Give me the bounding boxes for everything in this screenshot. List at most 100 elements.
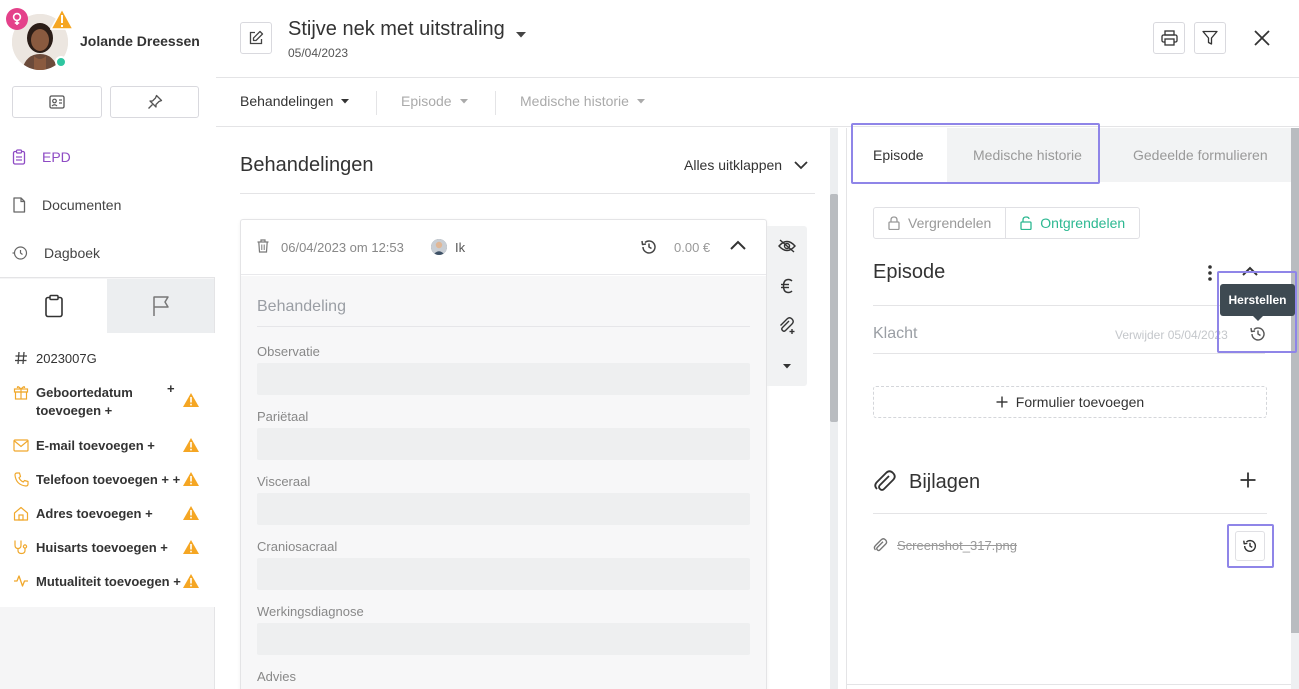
- subnav-medische-historie[interactable]: Medische historie: [520, 93, 645, 109]
- lock-button[interactable]: Vergrendelen: [874, 208, 1005, 238]
- warning-icon: [182, 573, 200, 592]
- unlock-label: Ontgrendelen: [1040, 215, 1126, 231]
- more-vertical-icon[interactable]: [1207, 264, 1213, 282]
- plus-icon[interactable]: [1240, 472, 1256, 488]
- scrollbar-thumb[interactable]: [1291, 128, 1299, 633]
- add-form-button[interactable]: Formulier toevoegen: [873, 386, 1267, 418]
- nav-documenten[interactable]: Documenten: [0, 187, 215, 223]
- chevron-up-icon[interactable]: [1242, 266, 1258, 276]
- tab-gedeelde-formulieren[interactable]: Gedeelde formulieren: [1133, 128, 1268, 182]
- chevron-down-icon: [459, 98, 468, 103]
- hide-button[interactable]: [767, 226, 807, 266]
- attachments-title: Bijlagen: [909, 471, 981, 493]
- treatment-card-header[interactable]: 06/04/2023 om 12:53 Ik 0.00 €: [241, 220, 766, 275]
- nav-dagboek[interactable]: Dagboek: [0, 235, 215, 271]
- patient-name: Jolande Dreessen: [80, 33, 200, 49]
- id-card-icon: [49, 95, 65, 109]
- info-email-text: E-mail toevoegen +: [36, 438, 155, 453]
- tab-medische-historie-label: Medische historie: [973, 147, 1082, 163]
- attachment-filename[interactable]: Screenshot_317.png: [897, 538, 1017, 553]
- edit-episode-button[interactable]: [240, 22, 272, 54]
- treatment-card: 06/04/2023 om 12:53 Ik 0.00 € Behandelin…: [240, 219, 767, 689]
- info-birthdate-plus[interactable]: +: [167, 381, 175, 396]
- divider: [873, 353, 1265, 354]
- mail-icon: [12, 436, 30, 454]
- expand-all-button[interactable]: Alles uitklappen: [684, 157, 808, 173]
- visceraal-field[interactable]: [257, 493, 750, 525]
- werkingsdiagnose-field[interactable]: [257, 623, 750, 655]
- scrollbar-thumb[interactable]: [830, 194, 838, 422]
- info-gp[interactable]: Huisarts toevoegen +: [0, 539, 215, 557]
- tab-clipboard[interactable]: [0, 279, 107, 333]
- chevron-down-icon: [341, 98, 350, 103]
- info-birthdate-text: Geboortedatum toevoegen +: [36, 385, 133, 418]
- episode-header: Stijve nek met uitstraling 05/04/2023: [216, 0, 1299, 78]
- pin-icon: [147, 94, 162, 109]
- phone-icon: [12, 470, 30, 488]
- unlock-icon: [1020, 216, 1032, 230]
- filter-button[interactable]: [1194, 22, 1226, 54]
- history-icon: [12, 246, 28, 260]
- nav-documenten-label: Documenten: [42, 197, 122, 213]
- info-insurance[interactable]: Mutualiteit toevoegen +: [0, 573, 215, 591]
- nav-dagboek-label: Dagboek: [44, 245, 101, 261]
- pin-button[interactable]: [110, 86, 199, 118]
- warning-icon: [182, 471, 200, 490]
- trash-icon[interactable]: [257, 239, 269, 253]
- field-label: Werkingsdiagnose: [257, 604, 364, 619]
- subnav-episode-label: Episode: [401, 93, 452, 109]
- field-label: Visceraal: [257, 474, 311, 489]
- history-icon[interactable]: [1249, 325, 1267, 343]
- subnav-behandelingen[interactable]: Behandelingen: [240, 93, 350, 109]
- stethoscope-icon: [12, 538, 30, 556]
- field-label: Craniosacraal: [257, 539, 338, 554]
- field-label: Pariëtaal: [257, 409, 309, 424]
- history-icon[interactable]: [640, 238, 658, 256]
- info-email[interactable]: E-mail toevoegen +: [0, 437, 215, 455]
- divider: [873, 513, 1267, 514]
- lock-icon: [888, 216, 900, 230]
- patient-card-button[interactable]: [12, 86, 102, 118]
- craniosacraal-field[interactable]: [257, 558, 750, 590]
- tab-episode-label: Episode: [873, 147, 924, 163]
- divider: [873, 305, 1265, 306]
- observatie-field[interactable]: [257, 363, 750, 395]
- paperclip-icon: [873, 538, 888, 552]
- chevron-down-icon[interactable]: [516, 25, 526, 41]
- lock-label: Vergrendelen: [908, 215, 992, 231]
- chevron-up-icon[interactable]: [730, 240, 746, 250]
- info-address[interactable]: Adres toevoegen +: [0, 505, 215, 523]
- patient-id-row: 2023007G: [0, 350, 215, 368]
- info-phone-text: Telefoon toevoegen + +: [36, 472, 181, 487]
- paperclip-plus-icon: [780, 317, 795, 334]
- price-button[interactable]: [767, 266, 807, 306]
- tab-episode[interactable]: Episode: [847, 128, 947, 182]
- restore-tooltip: Herstellen: [1220, 284, 1295, 321]
- print-button[interactable]: [1153, 22, 1185, 54]
- info-phone[interactable]: Telefoon toevoegen + +: [0, 471, 215, 489]
- section-nav: Behandelingen Episode Medische historie: [216, 79, 1299, 127]
- parietaal-field[interactable]: [257, 428, 750, 460]
- episode-tabs: Episode Medische historie Gedeelde formu…: [847, 128, 1291, 182]
- subnav-episode[interactable]: Episode: [401, 93, 468, 109]
- more-button[interactable]: [767, 346, 807, 386]
- tab-medische-historie[interactable]: Medische historie: [973, 128, 1082, 182]
- info-insurance-text: Mutualiteit toevoegen +: [36, 574, 181, 589]
- warning-icon: [182, 392, 200, 411]
- subnav-behandelingen-label: Behandelingen: [240, 93, 334, 109]
- filter-icon: [1202, 30, 1218, 45]
- attach-button[interactable]: [767, 306, 807, 346]
- patient-card: Jolande Dreessen EPD Documenten Dagboek: [0, 0, 215, 278]
- restore-attachment-button[interactable]: [1235, 531, 1265, 561]
- euro-icon: [781, 278, 793, 294]
- unlock-button[interactable]: Ontgrendelen: [1005, 208, 1139, 238]
- chevron-down-icon: [794, 160, 808, 169]
- close-button[interactable]: [1250, 26, 1274, 50]
- paperclip-icon: [874, 470, 896, 491]
- info-birthdate[interactable]: Geboortedatum toevoegen + +: [0, 381, 215, 420]
- episode-title[interactable]: Stijve nek met uitstraling: [288, 18, 505, 41]
- close-icon: [1254, 30, 1270, 46]
- divider: [376, 91, 377, 115]
- nav-epd[interactable]: EPD: [0, 139, 215, 175]
- tab-flag[interactable]: [107, 279, 214, 333]
